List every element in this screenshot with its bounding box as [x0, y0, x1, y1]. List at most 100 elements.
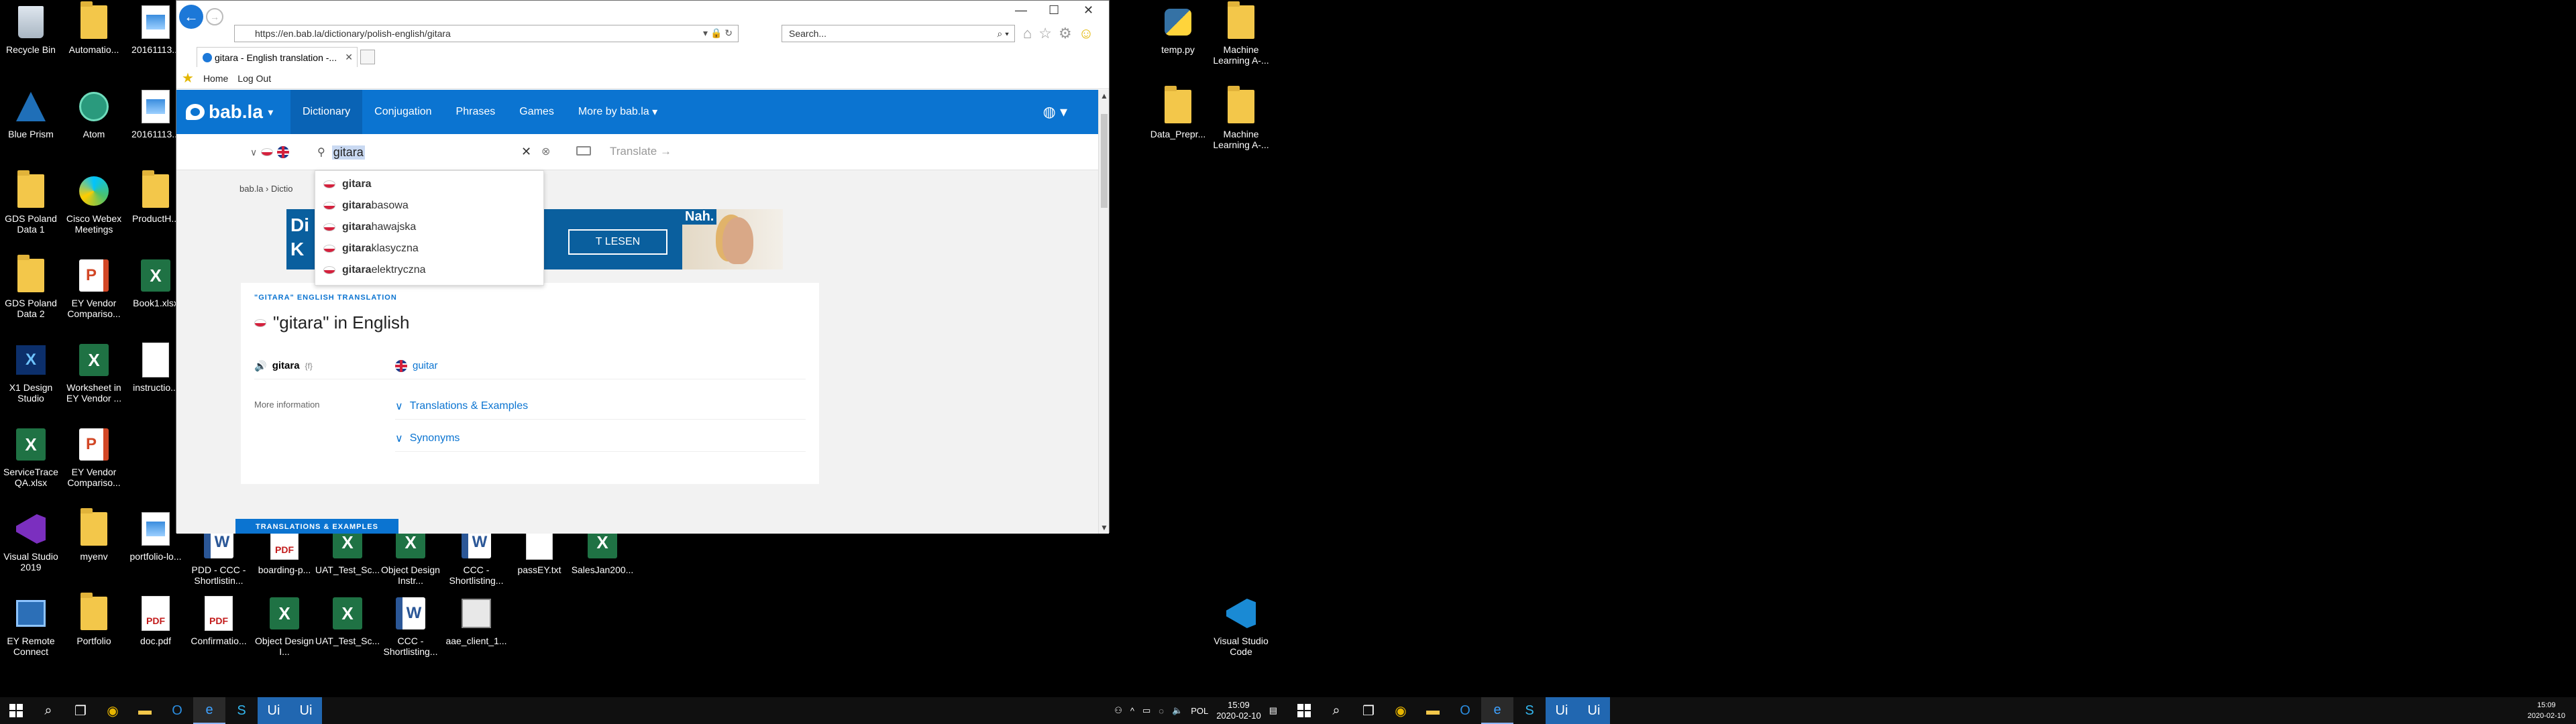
outlook-icon[interactable]: O	[1449, 697, 1481, 724]
tab-close-icon[interactable]: ✕	[345, 52, 353, 63]
chrome-icon[interactable]: ◉	[1385, 697, 1417, 724]
desktop-icon[interactable]: X UAT_Test_Sc...	[315, 594, 380, 646]
nav-more[interactable]: More by bab.la ▾	[566, 90, 669, 134]
address-bar[interactable]: https://en.bab.la/dictionary/polish-engl…	[234, 25, 739, 42]
desktop-icon[interactable]: Recycle Bin	[0, 3, 62, 55]
tab-active[interactable]: gitara - English translation -... ✕	[197, 47, 358, 67]
people-icon[interactable]: ⚇	[1114, 705, 1122, 716]
search-icon[interactable]: ⌕	[32, 697, 64, 724]
desktop-icon[interactable]: X X1 Design Studio	[0, 341, 62, 404]
minimize-button[interactable]: —	[1015, 3, 1027, 17]
uipath-icon-2[interactable]: Ui	[290, 697, 322, 724]
desktop-icon[interactable]: GDS Poland Data 2	[0, 255, 62, 319]
desktop-icon[interactable]: Cisco Webex Meetings	[63, 172, 125, 235]
network-icon[interactable]: ◌	[1159, 706, 1164, 716]
home-icon[interactable]: ⌂	[1023, 25, 1032, 42]
expander-synonyms[interactable]: ∨ Synonyms	[395, 425, 806, 452]
suggestion-item[interactable]: gitara klasyczna	[315, 238, 543, 259]
speaker-icon[interactable]: 🔊	[254, 360, 267, 372]
desktop-icon[interactable]: P EY Vendor Compariso...	[63, 425, 125, 488]
start-button[interactable]	[0, 697, 32, 724]
language-selector[interactable]: ∨	[250, 146, 290, 158]
desktop-icon[interactable]: myenv	[63, 508, 125, 562]
new-tab-button[interactable]	[360, 50, 375, 64]
breadcrumb[interactable]: bab.la › Dictio	[239, 184, 292, 194]
translation-link[interactable]: guitar	[413, 360, 438, 371]
outlook-icon[interactable]: O	[161, 697, 193, 724]
desktop-icon[interactable]: Visual Studio Code	[1210, 594, 1272, 657]
file-explorer-icon[interactable]: ▬	[1417, 697, 1449, 724]
clear-icon[interactable]: ✕	[521, 145, 531, 159]
task-view-icon[interactable]: ❐	[64, 697, 97, 724]
internet-explorer-icon[interactable]: e	[1481, 697, 1513, 724]
desktop-icon[interactable]: Machine Learning A-...	[1210, 86, 1272, 150]
nav-conjugation[interactable]: Conjugation	[362, 90, 443, 134]
uipath-icon-2[interactable]: Ui	[1578, 697, 1610, 724]
task-view-icon[interactable]: ❐	[1352, 697, 1385, 724]
search-icon[interactable]: ⌕ ▾	[997, 28, 1009, 40]
back-button[interactable]: ←	[179, 5, 203, 29]
search-icon[interactable]: ⌕	[1320, 697, 1352, 724]
start-button[interactable]	[1288, 697, 1320, 724]
globe-icon[interactable]: ◍ ▾	[1043, 103, 1067, 121]
desktop-icon[interactable]: Blue Prism	[0, 87, 62, 139]
fav-logout[interactable]: Log Out	[237, 73, 271, 84]
desktop-icon[interactable]: Portfolio	[63, 593, 125, 646]
translate-button[interactable]: Translate →	[610, 145, 672, 158]
nav-games[interactable]: Games	[507, 90, 566, 134]
uipath-icon[interactable]: Ui	[258, 697, 290, 724]
scroll-up-icon[interactable]: ▲	[1100, 91, 1108, 101]
desktop-icon[interactable]: GDS Poland Data 1	[0, 170, 62, 235]
desktop-icon[interactable]: temp.py	[1147, 3, 1209, 55]
notifications-icon[interactable]: ▤	[1269, 705, 1277, 716]
suggestion-item[interactable]: gitara basowa	[315, 195, 543, 217]
desktop-icon[interactable]: W CCC - Shortlisting...	[380, 594, 441, 657]
desktop-icon[interactable]: X ServiceTrace QA.xlsx	[0, 425, 62, 488]
favorites-star-icon[interactable]: ☆	[1038, 25, 1052, 42]
desktop-icon[interactable]: aae_client_1...	[445, 594, 507, 646]
desktop-icon[interactable]: X Object Design I...	[254, 594, 315, 657]
suggestion-item[interactable]: gitara elektryczna	[315, 259, 543, 281]
fav-home[interactable]: Home	[203, 73, 228, 84]
internet-explorer-icon[interactable]: e	[193, 697, 225, 724]
smiley-icon[interactable]: ☺	[1079, 25, 1093, 42]
desktop-icon[interactable]: PDF doc.pdf	[125, 594, 186, 646]
skype-icon[interactable]: S	[1513, 697, 1546, 724]
favorites-star-icon[interactable]: ★	[182, 70, 194, 86]
suggestion-item[interactable]: gitara hawajska	[315, 217, 543, 238]
nav-phrases[interactable]: Phrases	[444, 90, 508, 134]
settings-gear-icon[interactable]: ⚙	[1059, 25, 1072, 42]
close-button[interactable]: ✕	[1083, 3, 1093, 17]
babla-logo[interactable]: bab.la ▾	[176, 101, 290, 123]
desktop-icon[interactable]: X Worksheet in EY Vendor ...	[63, 341, 125, 404]
dictionary-search-input[interactable]: ⚲ gitara	[317, 141, 536, 164]
forward-button[interactable]: →	[206, 8, 223, 25]
scrollbar-thumb[interactable]	[1101, 114, 1108, 208]
uipath-icon[interactable]: Ui	[1546, 697, 1578, 724]
file-explorer-icon[interactable]: ▬	[129, 697, 161, 724]
desktop-icon[interactable]: EY Remote Connect	[0, 594, 62, 657]
suggestion-item[interactable]: gitara	[315, 174, 543, 195]
nav-dictionary[interactable]: Dictionary	[290, 90, 363, 134]
ad-button[interactable]: T LESEN	[568, 229, 667, 255]
clear-circle-icon[interactable]: ⊗	[541, 145, 550, 158]
language-indicator[interactable]: POL	[1191, 706, 1208, 716]
skype-icon[interactable]: S	[225, 697, 258, 724]
desktop-icon[interactable]: PDF Confirmatio...	[188, 594, 250, 646]
browser-search-input[interactable]: Search... ⌕ ▾	[782, 25, 1015, 42]
desktop-icon[interactable]: P EY Vendor Compariso...	[63, 256, 125, 319]
desktop-icon[interactable]: Visual Studio 2019	[0, 509, 62, 572]
desktop-icon[interactable]: Atom	[63, 87, 125, 139]
chrome-icon[interactable]: ◉	[97, 697, 129, 724]
expander-translations[interactable]: ∨ Translations & Examples	[395, 393, 806, 420]
keyboard-icon[interactable]	[576, 146, 591, 156]
desktop-icon[interactable]: Automatio...	[63, 1, 125, 55]
desktop-icon[interactable]: Data_Prepr...	[1147, 86, 1209, 139]
page-scrollbar[interactable]: ▲ ▼	[1098, 90, 1109, 534]
desktop-icon[interactable]: Machine Learning A-...	[1210, 1, 1272, 66]
maximize-button[interactable]: ☐	[1049, 3, 1059, 17]
clock[interactable]: 15:09 2020-02-10	[1216, 700, 1261, 721]
scroll-down-icon[interactable]: ▼	[1100, 523, 1108, 532]
volume-icon[interactable]: 🔈	[1172, 705, 1183, 716]
battery-icon[interactable]: ▭	[1142, 705, 1150, 716]
